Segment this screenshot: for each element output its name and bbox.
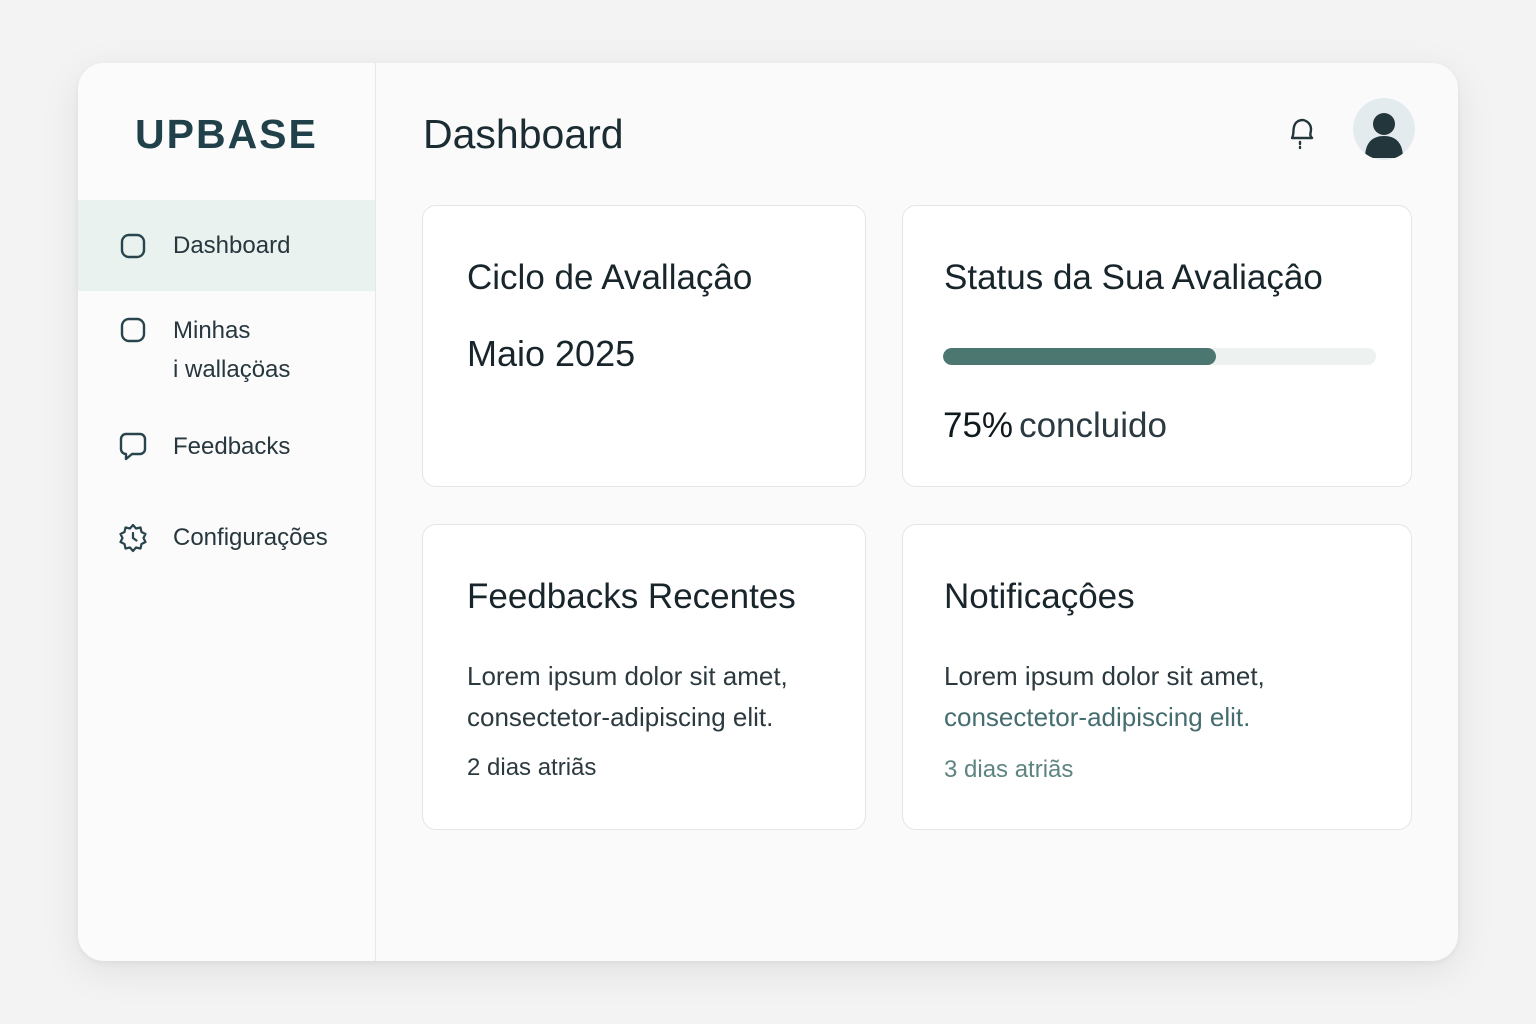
square-icon [118,315,148,345]
progress-bar-fill [943,348,1216,365]
sidebar-item-configuracoes[interactable]: Configurações [78,518,375,557]
gear-icon [118,523,148,553]
progress-label: 75% concluido [943,406,1167,446]
status-card-title: Status da Sua Avaliaçâo [944,258,1323,297]
sidebar-item-feedbacks[interactable]: Feedbacks [78,427,375,466]
feedback-text: Lorem ipsum dolor sit amet, consectetor-… [467,656,847,738]
feedbacks-card[interactable]: Feedbacks Recentes Lorem ipsum dolor sit… [422,524,866,830]
progress-bar [943,348,1376,365]
page-title: Dashboard [423,111,624,157]
bell-icon[interactable] [1284,116,1318,152]
main-content: Dashboard Ciclo de Avallaçâo Maio 2025 S… [376,63,1458,961]
sidebar-item-label: Dashboard [173,232,291,259]
sidebar-item-avaliacoes[interactable]: Minhas i wallaçöas [78,311,375,389]
feedbacks-card-title: Feedbacks Recentes [467,577,796,616]
notifications-card-title: Notificaçôes [944,577,1135,616]
notification-time: 3 dias atriãs [944,756,1074,783]
progress-percent: 75% [943,406,1014,445]
sidebar-item-label: Feedbacks [173,433,291,460]
sidebar-item-dashboard[interactable]: Dashboard [78,200,375,291]
status-card: Status da Sua Avaliaçâo 75% concluido [902,205,1412,487]
feedback-time: 2 dias atriãs [467,754,597,781]
sidebar-item-label: Minhas [173,317,251,344]
app-logo: UPBASE [135,111,318,157]
sidebar: UPBASE Dashboard Minhas i wallaçöas Feed… [78,63,376,961]
square-icon [118,231,148,261]
cycle-card-title: Ciclo de Avallaçâo [467,258,753,297]
sidebar-nav: Dashboard Minhas i wallaçöas Feedbacks C… [78,200,375,557]
cycle-value: Maio 2025 [467,333,636,374]
avatar[interactable] [1353,98,1415,160]
feedback-text-line2: consectetor-adipiscing elit. [467,702,774,732]
cycle-card: Ciclo de Avallaçâo Maio 2025 [422,205,866,487]
chat-icon [118,432,148,462]
notification-text-line1: Lorem ipsum dolor sit amet, [944,661,1265,691]
sidebar-item-label-line2: i wallaçöas [173,356,291,383]
sidebar-item-label: Configurações [173,524,328,551]
progress-suffix: concluido [1019,406,1167,445]
notification-text: Lorem ipsum dolor sit amet, consectetor-… [944,656,1364,738]
app-window: UPBASE Dashboard Minhas i wallaçöas Feed… [78,63,1458,961]
notifications-card[interactable]: Notificaçôes Lorem ipsum dolor sit amet,… [902,524,1412,830]
feedback-text-line1: Lorem ipsum dolor sit amet, [467,661,788,691]
notification-text-line2: consectetor-adipiscing elit. [944,702,1251,732]
